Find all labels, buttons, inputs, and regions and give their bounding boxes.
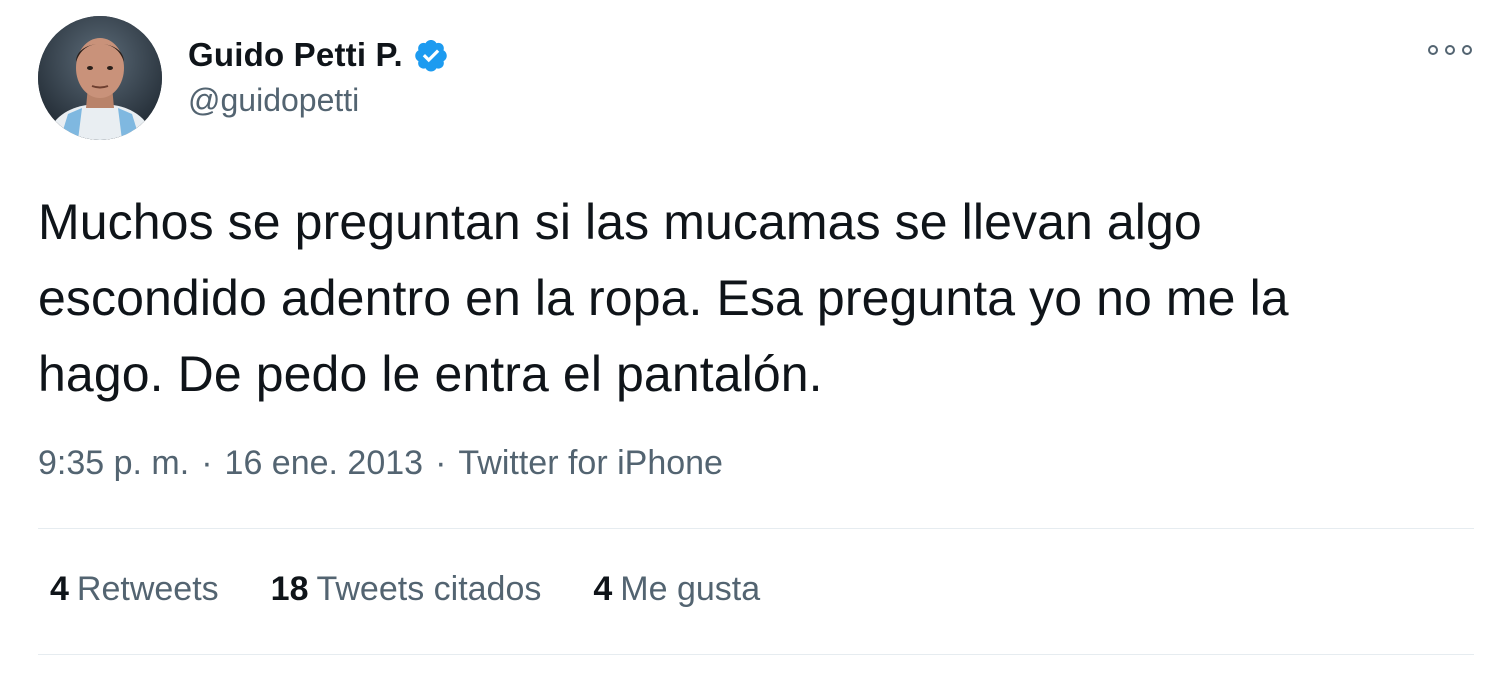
more-dot [1462,45,1472,55]
quote-tweets-label: Tweets citados [316,570,542,608]
tweet-source-link[interactable]: Twitter for iPhone [458,444,723,483]
tweet-date[interactable]: 16 ene. 2013 [225,444,424,483]
author-display-name[interactable]: Guido Petti P. [188,36,403,74]
likes-count: 4 [593,570,613,608]
quote-tweets-stat[interactable]: 18 Tweets citados [271,570,542,609]
more-options-icon[interactable] [1428,40,1472,60]
tweet-text-line: escondido adentro en la ropa. Esa pregun… [38,270,1289,326]
avatar-photo [38,16,162,140]
divider [38,528,1474,529]
tweet-text: Muchos se preguntan si las mucamas se ll… [38,184,1483,412]
tweet-card: Guido Petti P. @guidopetti Muchos se pre… [0,0,1500,682]
retweets-stat[interactable]: 4 Retweets [50,570,219,609]
retweets-count: 4 [50,570,69,608]
more-dot [1428,45,1438,55]
author-name-row[interactable]: Guido Petti P. [188,30,449,80]
author-handle[interactable]: @guidopetti [188,82,359,119]
meta-separator: · [435,444,447,482]
likes-stat[interactable]: 4 Me gusta [593,570,760,609]
tweet-metadata: 9:35 p. m. · 16 ene. 2013 · Twitter for … [38,444,723,483]
tweet-text-line: Muchos se preguntan si las mucamas se ll… [38,194,1202,250]
quote-tweets-count: 18 [270,570,309,608]
tweet-time[interactable]: 9:35 p. m. [38,444,189,483]
more-dot [1445,45,1455,55]
likes-label: Me gusta [620,570,761,608]
tweet-text-line: hago. De pedo le entra el pantalón. [38,346,823,402]
verified-badge-icon [413,37,449,73]
avatar[interactable] [38,16,162,140]
divider [38,654,1474,655]
tweet-stats: 4 Retweets 18 Tweets citados 4 Me gusta [50,570,812,609]
retweets-label: Retweets [76,570,219,608]
meta-separator: · [201,444,213,482]
